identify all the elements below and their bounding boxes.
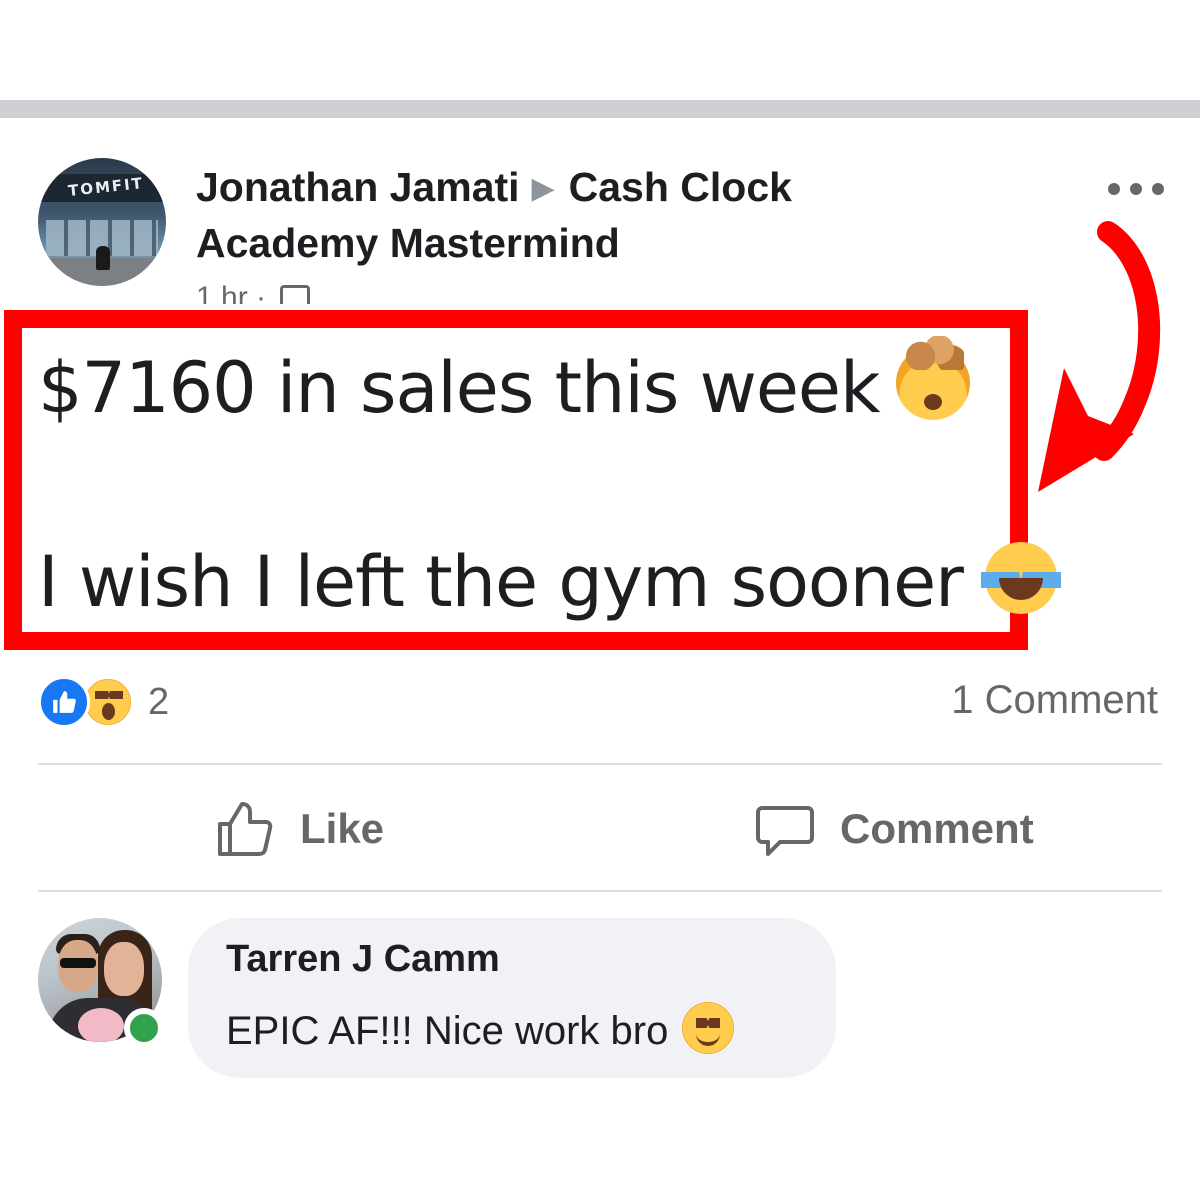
exploding-head-emoji-icon [895, 336, 970, 420]
triangle-right-icon: ▶ [531, 172, 555, 205]
reaction-count: 2 [148, 680, 170, 723]
author-name[interactable]: Jonathan Jamati [196, 164, 520, 210]
post-header-title: Jonathan Jamati ▶ Cash Clock Academy Maste… [196, 160, 916, 270]
like-reaction-icon [38, 676, 90, 728]
like-label: Like [300, 805, 385, 852]
like-button[interactable]: Like [216, 794, 384, 864]
reactions-summary[interactable]: 2 [38, 676, 169, 728]
author-avatar[interactable]: TOMFIT [38, 158, 166, 286]
post-text-line-2: I wish I left the gym sooner [38, 542, 1061, 622]
tears-of-joy-emoji-icon [980, 542, 1061, 614]
red-arrow-icon [1038, 221, 1161, 492]
comment-text: EPIC AF!!! Nice work bro [226, 1002, 735, 1054]
divider [38, 890, 1162, 892]
facebook-post-screenshot: TOMFIT Jonathan Jamati ▶ Cash Clock Academ… [0, 0, 1200, 1200]
post-text-line-1: $7160 in sales this week [38, 336, 970, 428]
thumbs-up-icon [218, 802, 273, 856]
post-meta: 1 hr · [196, 278, 311, 304]
divider [38, 763, 1162, 765]
speech-bubble-icon [756, 806, 814, 856]
comment-count-link[interactable]: 1 Comment [951, 678, 1158, 723]
group-privacy-icon [280, 285, 311, 304]
top-separator [0, 100, 1200, 118]
slightly-smiling-emoji-icon [682, 1002, 735, 1054]
more-options-icon[interactable] [1108, 178, 1164, 200]
comment-button[interactable]: Comment [756, 794, 1034, 864]
comment-label: Comment [840, 805, 1034, 852]
online-status-indicator [124, 1008, 164, 1048]
commenter-name[interactable]: Tarren J Camm [226, 938, 500, 981]
post-timestamp[interactable]: 1 hr · [196, 281, 266, 304]
